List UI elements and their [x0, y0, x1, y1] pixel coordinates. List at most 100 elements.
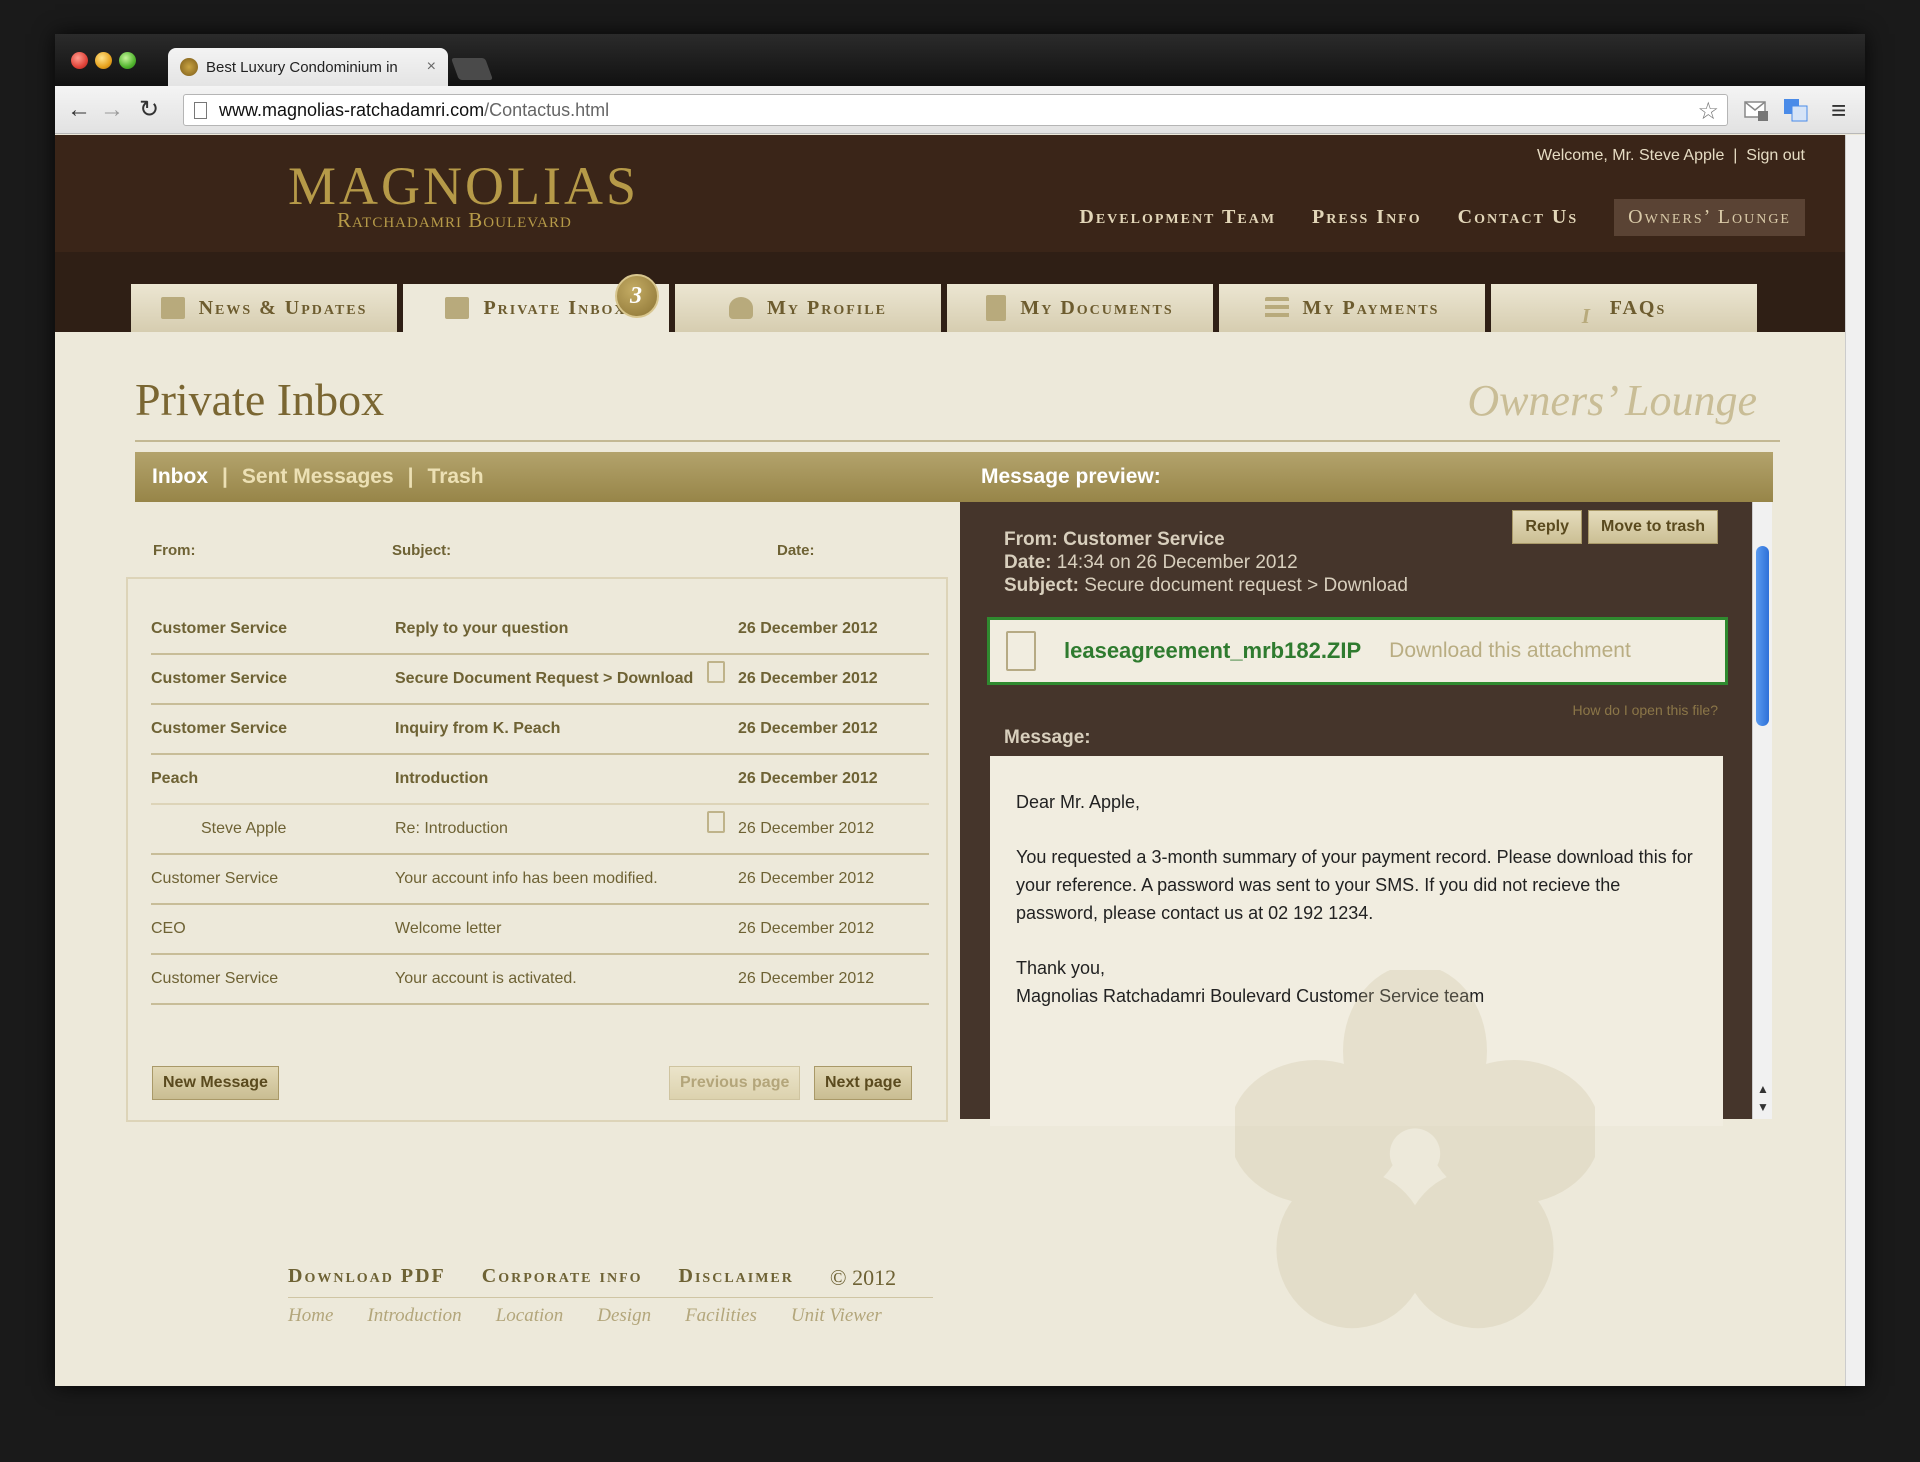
translate-extension-icon[interactable] [1783, 98, 1809, 122]
person-icon [729, 297, 754, 319]
footer-link-location[interactable]: Location [496, 1305, 564, 1327]
unread-count-badge: 3 [615, 274, 659, 318]
message-row[interactable]: Peach Introduction 26 December 2012 [151, 755, 929, 805]
reload-icon[interactable]: ↻ [139, 96, 159, 124]
folder-separator: | [222, 465, 228, 488]
message-from: CEO [151, 920, 186, 937]
attachment-icon [707, 811, 725, 833]
attachment-box[interactable]: leaseagreement_mrb182.ZIP Download this … [987, 617, 1728, 685]
how-to-open-link[interactable]: How do I open this file? [1572, 702, 1718, 718]
list-icon [1264, 297, 1289, 319]
tab-news-updates[interactable]: News & Updates [131, 284, 397, 332]
folder-inbox[interactable]: Inbox [152, 465, 208, 489]
message-row[interactable]: Customer Service Your account info has b… [151, 855, 929, 905]
footer-link-unit-viewer[interactable]: Unit Viewer [791, 1305, 882, 1327]
address-bar[interactable]: www.magnolias-ratchadamri.com /Contactus… [183, 94, 1728, 126]
message-row[interactable]: Customer Service Reply to your question … [151, 605, 929, 655]
footer-link-home[interactable]: Home [288, 1305, 333, 1327]
mail-extension-icon[interactable] [1743, 98, 1769, 122]
preview-from-value: Customer Service [1063, 529, 1225, 550]
footer-links: Download PDF Corporate info Disclaimer ©… [288, 1265, 896, 1291]
message-date: 26 December 2012 [738, 720, 878, 737]
message-subject: Your account is activated. [395, 970, 577, 987]
mailbox-bar: Inbox | Sent Messages | Trash Message pr… [135, 452, 1773, 502]
message-subject: Inquiry from K. Peach [395, 720, 561, 737]
mailbox-folders: Inbox | Sent Messages | Trash [152, 465, 484, 489]
nav-owners-lounge[interactable]: Owners’ Lounge [1614, 199, 1805, 236]
message-from: Customer Service [151, 720, 288, 737]
attachment-name[interactable]: leaseagreement_mrb182.ZIP [1064, 638, 1361, 664]
message-subject-cell: Secure Document Request > Download [395, 661, 738, 688]
folder-trash[interactable]: Trash [428, 465, 484, 489]
tab-private-inbox[interactable]: Private Inbox 3 [403, 274, 669, 332]
reply-button[interactable]: Reply [1512, 510, 1582, 544]
message-from: Peach [151, 770, 199, 787]
browser-tab[interactable]: Best Luxury Condominium in × [168, 48, 448, 86]
preview-date: Date: 14:34 on 26 December 2012 [1004, 551, 1408, 574]
message-row[interactable]: Customer Service Inquiry from K. Peach 2… [151, 705, 929, 755]
tab-label: News & Updates [198, 296, 368, 319]
footer-link-introduction[interactable]: Introduction [367, 1305, 461, 1327]
footer-link-facilities[interactable]: Facilities [685, 1305, 757, 1327]
tab-label: Private Inbox [483, 296, 627, 319]
message-greeting: Dear Mr. Apple, [1016, 792, 1141, 812]
nav-contact-us[interactable]: Contact Us [1458, 206, 1579, 229]
welcome-separator: | [1733, 147, 1738, 164]
new-tab-button[interactable] [450, 58, 494, 80]
tab-label: My Payments [1302, 296, 1440, 319]
folder-sent-messages[interactable]: Sent Messages [242, 465, 394, 489]
scroll-up-icon[interactable]: ▲ [1757, 1082, 1769, 1096]
tab-label: FAQs [1609, 296, 1667, 319]
browser-tab-title: Best Luxury Condominium in [206, 58, 398, 76]
bookmark-star-icon[interactable]: ☆ [1697, 97, 1719, 126]
message-row[interactable]: Steve Apple Re: Introduction 26 December… [151, 805, 929, 855]
tab-my-payments[interactable]: My Payments [1219, 284, 1485, 332]
magnolia-flower-icon [1235, 970, 1595, 1329]
tab-faqs[interactable]: i FAQs [1491, 284, 1757, 332]
message-date: 26 December 2012 [738, 820, 875, 837]
previous-page-button[interactable]: Previous page [669, 1066, 801, 1100]
nav-development-team[interactable]: Development Team [1079, 206, 1276, 229]
scroll-down-icon[interactable]: ▼ [1757, 1100, 1769, 1114]
footer-disclaimer[interactable]: Disclaimer [679, 1265, 794, 1291]
column-header-from: From: [153, 542, 196, 559]
footer-link-design[interactable]: Design [597, 1305, 651, 1327]
attachment-icon [707, 661, 725, 683]
back-arrow-icon[interactable]: ← [67, 96, 91, 124]
message-row[interactable]: Customer Service Your account is activat… [151, 955, 929, 1005]
next-page-button[interactable]: Next page [814, 1066, 913, 1100]
tab-label: My Profile [767, 296, 887, 319]
message-date: 26 December 2012 [738, 620, 878, 637]
preview-actions: Reply Move to trash [1512, 510, 1718, 544]
url-host: www.magnolias-ratchadamri.com [219, 99, 485, 120]
preview-scrollbar[interactable]: ▲ ▼ [1752, 502, 1772, 1119]
message-label: Message: [1004, 727, 1091, 748]
tab-my-documents[interactable]: My Documents [947, 284, 1213, 332]
message-subject: Reply to your question [395, 620, 569, 637]
tab-my-profile[interactable]: My Profile [675, 284, 941, 332]
message-subject: Your account info has been modified. [395, 870, 658, 887]
footer-corporate-info[interactable]: Corporate info [482, 1265, 643, 1291]
message-row[interactable]: CEO Welcome letter 26 December 2012 [151, 905, 929, 955]
minimize-window-button[interactable] [95, 52, 112, 69]
top-navigation: Development Team Press Info Contact Us O… [1079, 199, 1805, 236]
download-attachment-link[interactable]: Download this attachment [1389, 639, 1631, 663]
forward-arrow-icon[interactable]: → [100, 96, 124, 124]
page-scrollbar[interactable] [1845, 135, 1865, 1386]
tab-close-icon[interactable]: × [427, 58, 436, 76]
footer-download-pdf[interactable]: Download PDF [288, 1265, 446, 1291]
title-divider [135, 440, 1780, 442]
zoom-window-button[interactable] [119, 52, 136, 69]
move-to-trash-button[interactable]: Move to trash [1587, 510, 1718, 544]
sign-out-link[interactable]: Sign out [1746, 147, 1805, 164]
site-logo-subtitle: Ratchadamri Boulevard [337, 208, 572, 232]
message-subject: Secure Document Request > Download [395, 670, 694, 687]
window-controls [71, 52, 136, 69]
nav-press-info[interactable]: Press Info [1312, 206, 1422, 229]
message-row[interactable]: Customer Service Secure Document Request… [151, 655, 929, 705]
preview-scroll-thumb[interactable] [1756, 546, 1769, 726]
new-message-button[interactable]: New Message [152, 1066, 279, 1100]
page-title: Private Inbox [135, 374, 385, 425]
close-window-button[interactable] [71, 52, 88, 69]
browser-menu-icon[interactable]: ≡ [1831, 96, 1846, 124]
